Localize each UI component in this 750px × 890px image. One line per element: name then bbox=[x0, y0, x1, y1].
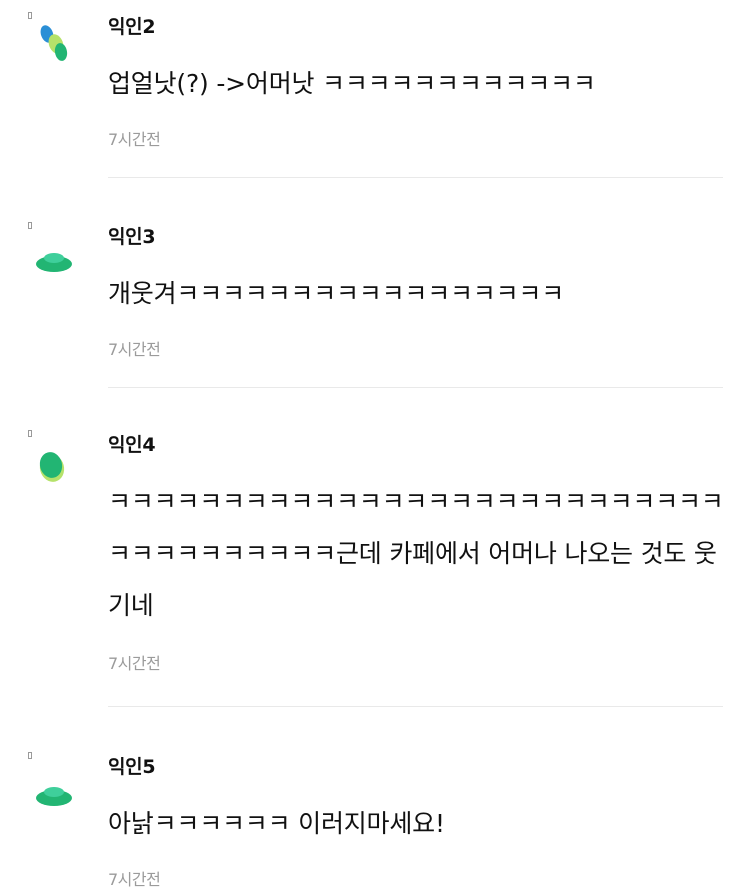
small-square-icon bbox=[28, 12, 32, 19]
comment-time: 7시간전 bbox=[108, 654, 161, 673]
comment-text: 업얼낫(?) ->어머낫 ㅋㅋㅋㅋㅋㅋㅋㅋㅋㅋㅋㅋ bbox=[108, 69, 596, 98]
comment-author[interactable]: 익인2 bbox=[108, 12, 156, 39]
bean-avatar-icon bbox=[39, 452, 65, 482]
divider bbox=[108, 177, 723, 178]
avatar[interactable] bbox=[28, 430, 78, 496]
comment-time: 7시간전 bbox=[108, 340, 161, 359]
leaf-cluster-avatar-icon bbox=[40, 25, 68, 61]
small-square-icon bbox=[28, 430, 32, 437]
comment-author[interactable]: 익인4 bbox=[108, 430, 156, 457]
comment-time: 7시간전 bbox=[108, 130, 161, 149]
comment-list: 익인2 업얼낫(?) ->어머낫 ㅋㅋㅋㅋㅋㅋㅋㅋㅋㅋㅋㅋ 7시간전 익인3 개… bbox=[0, 0, 750, 889]
small-square-icon bbox=[28, 222, 32, 229]
comment-author[interactable]: 익인5 bbox=[108, 752, 156, 779]
comment-author[interactable]: 익인3 bbox=[108, 222, 156, 249]
avatar[interactable] bbox=[28, 222, 78, 288]
small-square-icon bbox=[28, 752, 32, 759]
comment-text: ㅋㅋㅋㅋㅋㅋㅋㅋㅋㅋㅋㅋㅋㅋㅋㅋㅋㅋㅋㅋㅋㅋㅋㅋㅋㅋㅋㅋㅋㅋㅋㅋㅋㅋㅋㅋㅋ근데 … bbox=[108, 487, 724, 620]
divider bbox=[108, 387, 723, 388]
divider bbox=[108, 706, 723, 707]
cap-avatar-icon bbox=[36, 253, 72, 272]
avatar[interactable] bbox=[28, 12, 78, 78]
avatar[interactable] bbox=[28, 752, 78, 818]
comment-time: 7시간전 bbox=[108, 870, 161, 889]
cap-avatar-icon bbox=[36, 787, 72, 806]
comment-text: 아낡ㅋㅋㅋㅋㅋㅋ 이러지마세요! bbox=[108, 809, 445, 838]
comment-text: 개웃겨ㅋㅋㅋㅋㅋㅋㅋㅋㅋㅋㅋㅋㅋㅋㅋㅋㅋ bbox=[108, 279, 565, 308]
